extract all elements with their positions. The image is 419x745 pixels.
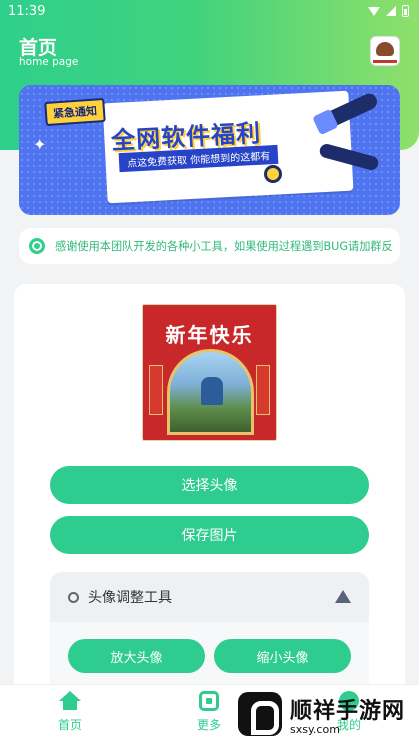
notice-bar[interactable]: 感谢使用本团队开发的各种小工具，如果使用过程遇到BUG请加群反 <box>19 228 400 264</box>
tab-home[interactable]: 首页 <box>35 691 105 733</box>
shrink-avatar-button[interactable]: 缩小头像 <box>214 639 351 673</box>
status-icons <box>368 5 409 17</box>
avatar-preview-image: 新年快乐 <box>142 304 277 441</box>
avatar-card: 新年快乐 选择头像 保存图片 头像调整工具 放大头像 缩小头像 <box>14 284 405 704</box>
watermark: 顺祥手游网 sxsy.com <box>238 690 413 738</box>
select-avatar-button[interactable]: 选择头像 <box>50 466 369 504</box>
watermark-logo-icon <box>238 692 282 736</box>
sparkle-icon: ✧ <box>115 170 129 189</box>
microphone-icon <box>264 165 282 183</box>
page-subtitle: home page <box>19 56 79 68</box>
watermark-name: 顺祥手游网 <box>290 698 406 724</box>
status-bar: 11:39 <box>0 0 419 22</box>
promo-banner[interactable]: 紧急通知 全网软件福利 点这免费获取 你能想到的这都有 ✦ ✧ <box>19 85 400 215</box>
notice-icon <box>29 238 45 254</box>
tab-home-label: 首页 <box>57 718 82 732</box>
tab-more[interactable]: 更多 <box>174 691 244 733</box>
couplet-right <box>256 365 270 415</box>
status-time: 11:39 <box>8 3 46 19</box>
more-icon <box>199 691 219 711</box>
wifi-icon <box>368 6 380 16</box>
save-image-button[interactable]: 保存图片 <box>50 516 369 554</box>
battery-icon <box>402 5 409 17</box>
tool-panel-title: 头像调整工具 <box>88 590 172 606</box>
person-figure <box>201 377 223 405</box>
notice-text: 感谢使用本团队开发的各种小工具，如果使用过程遇到BUG请加群反 <box>55 240 393 253</box>
photo-title: 新年快乐 <box>163 323 256 347</box>
home-icon <box>59 691 81 711</box>
banner-tag: 紧急通知 <box>44 97 106 127</box>
enlarge-avatar-button[interactable]: 放大头像 <box>68 639 205 673</box>
signal-icon <box>386 6 396 16</box>
sparkle-icon: ✦ <box>33 135 47 154</box>
watermark-url: sxsy.com <box>290 722 340 736</box>
collapse-triangle-icon[interactable] <box>335 590 351 603</box>
gear-icon <box>68 591 79 603</box>
tab-more-label: 更多 <box>196 718 221 732</box>
tool-panel-header[interactable]: 头像调整工具 <box>50 572 369 622</box>
couplet-left <box>149 365 163 415</box>
mascot-icon <box>376 42 394 56</box>
app-logo-avatar[interactable] <box>370 36 400 66</box>
